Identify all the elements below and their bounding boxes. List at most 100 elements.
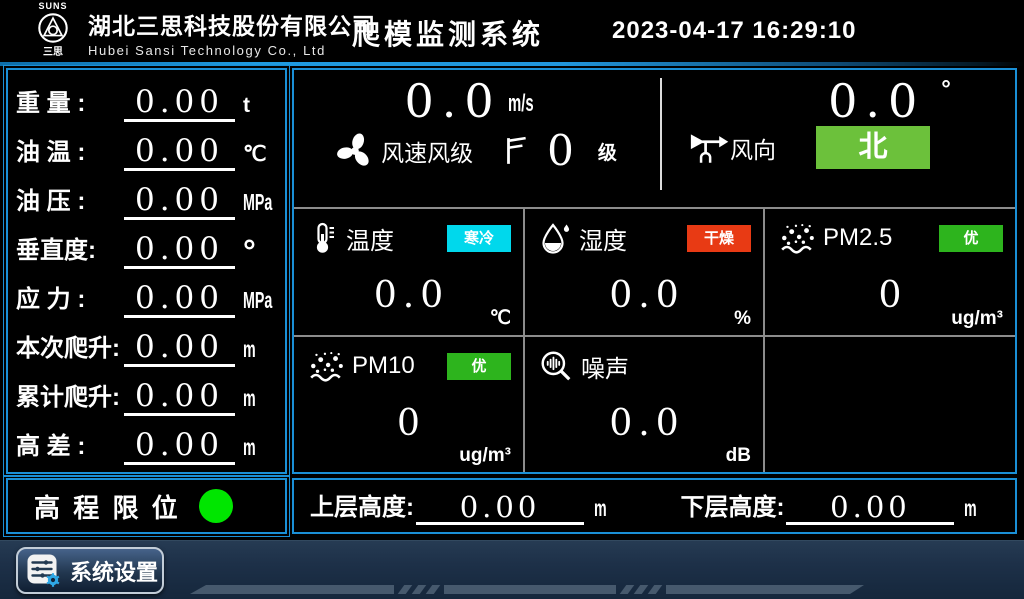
metric-unit: MPa: [243, 189, 265, 220]
metric-value: 0.00: [124, 184, 235, 220]
settings-button-label: 系统设置: [70, 555, 158, 587]
metric-row-height-diff: 高 差 : 0.00 m: [16, 419, 279, 465]
status-badge: 优: [939, 225, 1003, 252]
wind-direction-row: 风向 北: [662, 126, 1015, 169]
metric-value: 0.00: [124, 331, 235, 367]
metric-label: 高 差 :: [16, 426, 122, 465]
metric-row-total-climb: 累计爬升: 0.00 m: [16, 370, 279, 416]
metric-unit: ℃: [243, 142, 279, 171]
metric-row-verticality: 垂直度: 0.00 °: [16, 223, 279, 269]
footer-stripe: [190, 585, 394, 594]
metric-label: 重 量 :: [16, 83, 122, 122]
footer-stripe: [666, 585, 864, 594]
settings-button[interactable]: 系统设置: [16, 547, 164, 594]
sensor-cell-pm25: PM2.5 优 0 ug/m³: [765, 209, 1015, 337]
metrics-panel: 重 量 : 0.00 t 油 温 : 0.00 ℃ 油 压 : 0.00 MPa…: [6, 68, 287, 474]
sensor-cell-noise: 噪声 0.0 dB: [525, 337, 765, 472]
wind-direction-readout: 0.0 °: [662, 78, 1015, 124]
status-badge: 寒冷: [447, 225, 511, 252]
upper-height-unit: m: [594, 495, 607, 525]
wind-level-flag-icon: [503, 136, 529, 166]
sensor-value: 0.0: [539, 403, 755, 444]
sensor-cell-humidity: 湿度 干燥 0.0 %: [525, 209, 765, 337]
wind-level-row: 风速风级 0 级: [294, 130, 660, 172]
sensor-value: 0.0: [539, 275, 755, 316]
thermometer-icon: [308, 222, 338, 254]
lower-height-unit: m: [964, 495, 977, 525]
metric-row-stress: 应 力 : 0.00 MPa: [16, 272, 279, 318]
wind-direction-value: 0.0: [828, 78, 925, 124]
footer-stripe-slashes: [623, 585, 659, 594]
sensor-cell-pm10: PM10 优 0 ug/m³: [294, 337, 525, 472]
metric-value: 0.00: [124, 135, 235, 171]
lower-height-label: 下层高度:: [680, 487, 784, 525]
wind-level-unit: 级: [598, 138, 617, 165]
fan-icon: [337, 133, 373, 169]
wind-direction-section: 0.0 ° 风向 北: [662, 70, 1015, 207]
elevation-limit-indicator: [199, 489, 233, 523]
climbing-formwork-monitor-screen: SUNS 三思 湖北三思科技股份有限公司 Hubei Sansi Technol…: [0, 0, 1024, 599]
status-badge: 优: [447, 353, 511, 380]
sensor-label: 温度: [346, 221, 394, 256]
metric-label: 油 压 :: [16, 181, 122, 220]
page-title: 爬模监测系统: [352, 13, 544, 53]
sensor-unit: ug/m³: [459, 445, 511, 467]
wind-direction-label: 风向: [730, 131, 776, 165]
metric-label: 应 力 :: [16, 279, 122, 318]
sensor-unit: ug/m³: [951, 308, 1003, 330]
logo-sansi-text: 三思: [22, 43, 84, 58]
wind-speed-section: 0.0 m/s 风速风级 0: [294, 70, 660, 207]
wind-speed-value: 0.0: [405, 74, 502, 128]
wind-speed-readout: 0.0 m/s: [294, 78, 660, 124]
sensor-cell-empty: [765, 337, 1015, 472]
elevation-limit-panel: 高 程 限 位: [6, 478, 287, 534]
upper-height-label: 上层高度:: [310, 487, 414, 525]
footer-stripe: [444, 585, 616, 594]
wind-direction-unit: °: [941, 76, 951, 104]
company-logo: SUNS 三思: [22, 1, 84, 58]
status-badge: 干燥: [687, 225, 751, 252]
metric-value: 0.00: [124, 86, 235, 122]
sensor-label: 湿度: [579, 221, 627, 256]
footer-bar: 系统设置: [0, 540, 1024, 599]
sensor-label: 噪声: [581, 349, 629, 384]
sensor-unit: dB: [726, 445, 751, 467]
footer-stripe-slashes: [401, 585, 437, 594]
metric-row-current-climb: 本次爬升: 0.00 m: [16, 321, 279, 367]
logo-suns-text: SUNS: [22, 1, 84, 11]
lower-height-value: 0.00: [786, 492, 954, 525]
metric-value: 0.00: [124, 282, 235, 318]
company-name-en: Hubei Sansi Technology Co., Ltd: [88, 43, 376, 58]
sensor-value: 0: [308, 403, 515, 444]
metric-row-oil-temp: 油 温 : 0.00 ℃: [16, 125, 279, 171]
metric-label: 油 温 :: [16, 132, 122, 171]
metric-unit: t: [243, 94, 279, 122]
sensor-value: 0.0: [308, 275, 515, 316]
elevation-limit-label: 高 程 限 位: [34, 488, 181, 525]
sensor-grid: 温度 寒冷 0.0 ℃ 湿度 干燥 0.0 %: [294, 207, 1015, 472]
metric-label: 本次爬升:: [16, 328, 122, 367]
header-divider: [0, 62, 1024, 66]
environment-panel: 0.0 m/s 风速风级 0: [292, 68, 1017, 474]
sensor-unit: ℃: [490, 307, 511, 330]
metric-row-weight: 重 量 : 0.00 t: [16, 76, 279, 122]
metric-value: 0.00: [124, 380, 235, 416]
heights-panel: 上层高度: 0.00 m 下层高度: 0.00 m: [292, 478, 1017, 534]
metric-unit: m: [243, 336, 265, 367]
metric-value: 0.00: [124, 233, 235, 269]
company-name: 湖北三思科技股份有限公司 Hubei Sansi Technology Co.,…: [88, 7, 376, 58]
header: SUNS 三思 湖北三思科技股份有限公司 Hubei Sansi Technol…: [0, 0, 1024, 62]
company-name-cn: 湖北三思科技股份有限公司: [88, 7, 376, 41]
particles-icon: [308, 350, 344, 382]
noise-icon: [539, 349, 573, 383]
metric-row-oil-pressure: 油 压 : 0.00 MPa: [16, 174, 279, 220]
sansi-logo-icon: [36, 11, 70, 45]
metric-label: 累计爬升:: [16, 377, 122, 416]
droplet-icon: [539, 222, 571, 254]
metric-value: 0.00: [124, 429, 235, 465]
wind-direction-badge: 北: [816, 126, 930, 169]
wind-speed-label: 风速风级: [381, 134, 473, 168]
metric-label: 垂直度:: [16, 230, 122, 269]
metric-unit: MPa: [243, 287, 265, 318]
upper-height-value: 0.00: [416, 492, 584, 525]
